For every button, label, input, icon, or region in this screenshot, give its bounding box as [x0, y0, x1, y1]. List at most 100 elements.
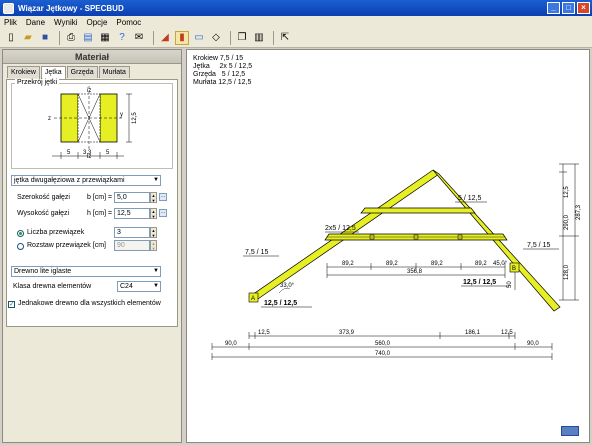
minimize-button[interactable]: _ [547, 2, 560, 14]
close-button[interactable]: × [577, 2, 590, 14]
report-icon[interactable]: ▤ [81, 31, 95, 45]
paste-icon[interactable]: ▥ [252, 31, 266, 45]
left-rafter-label: 7,5 / 15 [245, 249, 268, 256]
height-unit-label: h [cm] = [87, 210, 113, 217]
dim-top-4: 89,2 [475, 261, 487, 267]
right-rafter [432, 169, 561, 312]
cross-section-diagram: iz iz z y 12,5 5 3,3 5 [48, 86, 138, 160]
dim-bottom1-b: 373,9 [339, 330, 355, 336]
menu-pomoc[interactable]: Pomoc [116, 18, 141, 27]
right-rafter-label: 7,5 / 15 [527, 242, 550, 249]
section-height-label: 12,5 [132, 112, 138, 124]
menu-plik[interactable]: Plik [4, 18, 17, 27]
menu-bar: Plik Dane Wyniki Opcje Pomoc [0, 16, 592, 28]
section-view-icon[interactable]: ▮ [175, 30, 189, 45]
dim-top-3: 89,2 [431, 261, 443, 267]
chevron-down-icon: ▼ [153, 177, 159, 183]
spacing-label: Rozstaw przewiązek [cm] [27, 242, 106, 249]
ridge-label: 5 / 12,5 [458, 195, 481, 202]
calculator-icon[interactable]: ▦ [98, 31, 112, 45]
panel-title: Materiał [3, 50, 181, 64]
wood-type-select[interactable]: Drewno lite iglaste ▼ [11, 266, 161, 277]
save-icon[interactable]: ■ [38, 31, 52, 45]
wood-class-label: Klasa drewna elementów [13, 283, 92, 290]
print-icon[interactable]: ⎙ [64, 31, 78, 45]
dim-bottom1-a: 12,5 [258, 330, 270, 336]
toolbar: ▯ ▰ ■ ⎙ ▤ ▦ ? ✉ ◢ ▮ ▭ ◇ ❐ ▥ ⇱ [0, 28, 592, 48]
right-angle-label: 45,0° [493, 261, 508, 267]
wood-class-select[interactable]: C24 ▼ [117, 281, 161, 292]
dim-bottom1-d: 12,5 [501, 330, 513, 336]
support-b-label: B [512, 266, 516, 272]
wood-class-value: C24 [120, 283, 133, 290]
width-gap-label: 3,3 [83, 150, 92, 156]
dim-bottom2-b: 560,0 [375, 341, 391, 347]
z-axis-label: z [48, 116, 51, 122]
same-wood-checkbox[interactable]: ✓ [8, 301, 15, 308]
tab-content: Przekrój jętki iz iz z y 12,5 5 3,3 5 ję… [6, 79, 178, 327]
height-input[interactable]: 12,5 [114, 208, 150, 219]
open-folder-icon[interactable]: ▰ [21, 31, 35, 45]
width-label: Szerokość gałęzi [17, 194, 70, 201]
tab-murlata[interactable]: Murłata [98, 66, 130, 78]
envelope-icon[interactable]: ✉ [132, 31, 146, 45]
dim-top-total: 356,8 [407, 269, 423, 275]
material-panel: Materiał Krokiew Jętka Grzęda Murłata Pr… [2, 49, 182, 443]
height-stepper[interactable]: ▲ ▼ [150, 208, 157, 219]
maximize-button[interactable]: □ [562, 2, 575, 14]
collar-type-select[interactable]: jętka dwugałęziowa z przewiązkami ▼ [11, 175, 161, 186]
right-wall-plate-label: 12,5 / 12,5 [463, 279, 496, 286]
app-icon [3, 2, 14, 14]
spacing-stepper[interactable]: ▲ ▼ [150, 240, 157, 251]
status-indicator-icon [561, 426, 579, 436]
tab-jetka[interactable]: Jętka [40, 66, 66, 79]
dim-top-1: 89,2 [342, 261, 354, 267]
y-axis-label: y [120, 112, 123, 118]
roof-view-icon[interactable]: ◢ [158, 31, 172, 45]
ridge-beam [360, 207, 476, 214]
support-a-label: A [251, 296, 255, 302]
dim-right-4: 128,0 [564, 264, 570, 280]
dim-bottom2-a: 90,0 [225, 341, 237, 347]
collar-type-value: jętka dwugałęziowa z przewiązkami [14, 177, 125, 184]
height-options-button[interactable]: ... [159, 209, 167, 217]
spacing-radio[interactable] [17, 243, 24, 250]
dim-right-3: 287,3 [576, 204, 582, 220]
chevron-down-icon: ▼ [153, 283, 159, 289]
context-help-icon[interactable]: ⇱ [278, 31, 292, 45]
width-right-label: 5 [106, 150, 110, 156]
drawing-canvas[interactable]: Krokiew 7,5 / 15 Jętka 2x 5 / 12,5 Grzęd… [186, 49, 590, 443]
dim-top-2: 89,2 [386, 261, 398, 267]
chevron-down-icon: ▼ [153, 268, 159, 274]
dim-bottom1-c: 186,1 [465, 330, 481, 336]
width-options-button[interactable]: ... [159, 193, 167, 201]
menu-dane[interactable]: Dane [26, 18, 45, 27]
title-bar: Wiązar Jętkowy - SPECBUD _ □ × [0, 0, 592, 16]
new-file-icon[interactable]: ▯ [4, 31, 18, 45]
width-stepper[interactable]: ▲ ▼ [150, 192, 157, 203]
count-radio[interactable] [17, 230, 24, 237]
iz-top-label: iz [87, 88, 91, 94]
window-title: Wiązar Jętkowy - SPECBUD [18, 3, 124, 13]
copy-icon[interactable]: ❐ [235, 31, 249, 45]
count-stepper[interactable]: ▲ ▼ [150, 227, 157, 238]
width-unit-label: b [cm] = [87, 194, 113, 201]
menu-wyniki[interactable]: Wyniki [54, 18, 77, 27]
menu-opcje[interactable]: Opcje [87, 18, 108, 27]
rotate-view-icon[interactable]: ◇ [209, 31, 223, 45]
dim-right-1: 12,5 [564, 186, 570, 198]
dimension-icon[interactable]: ▭ [192, 31, 206, 45]
collar-tie-label: 2x5 / 12,5 [325, 225, 356, 232]
tab-krokiew[interactable]: Krokiew [7, 66, 40, 78]
dim-right-2: 290,0 [564, 214, 570, 230]
tab-grzeda[interactable]: Grzęda [66, 66, 98, 78]
dim-bottom3: 740,0 [375, 351, 391, 357]
same-wood-label: Jednakowe drewno dla wszystkich elementó… [18, 300, 161, 307]
dim-bottom2-c: 90,0 [527, 341, 539, 347]
truss-drawing: 5 / 12,5 2x5 / 12,5 7,5 / 15 7,5 / 15 12… [211, 163, 582, 360]
section-group: Przekrój jętki iz iz z y 12,5 5 3,3 5 [11, 79, 173, 169]
help-icon[interactable]: ? [115, 31, 129, 45]
spacing-input[interactable]: 90 [114, 240, 150, 251]
count-input[interactable]: 3 [114, 227, 150, 238]
width-input[interactable]: 5,0 [114, 192, 150, 203]
